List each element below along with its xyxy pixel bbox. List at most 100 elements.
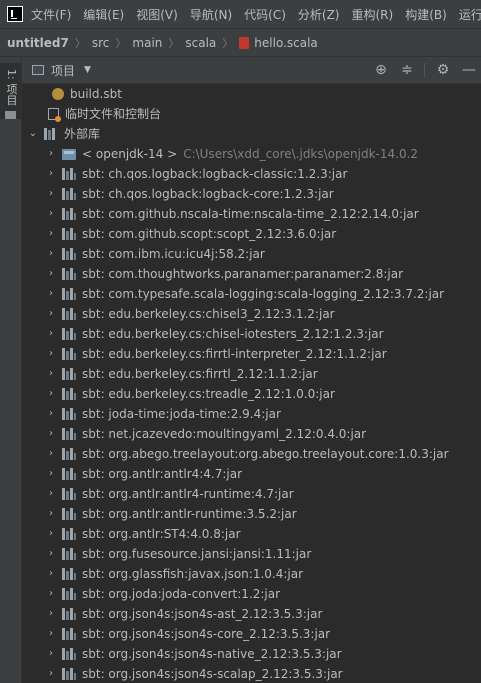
menu-build[interactable]: 构建(B): [405, 6, 447, 23]
tree-item-label: sbt: com.github.scopt:scopt_2.12:3.6.0:j…: [82, 227, 337, 241]
chevron-right-icon[interactable]: ›: [46, 184, 56, 204]
tree-item-library[interactable]: › sbt: net.jcazevedo:moultingyaml_2.12:0.…: [22, 424, 481, 444]
tree-item-scratches[interactable]: 临时文件和控制台: [22, 104, 481, 124]
tree-item-library[interactable]: › sbt: org.json4s:json4s-native_2.12:3.5.…: [22, 644, 481, 664]
tree-item-jdk[interactable]: › < openjdk-14 > C:\Users\xdd_core\.jdks…: [22, 144, 481, 164]
menu-edit[interactable]: 编辑(E): [83, 6, 124, 23]
chevron-right-icon[interactable]: ›: [46, 524, 56, 544]
tree-item-label: sbt: ch.qos.logback:logback-core:1.2.3:j…: [82, 187, 334, 201]
library-jar-icon: [62, 608, 76, 620]
sbt-file-icon: [52, 88, 64, 100]
tree-item-library[interactable]: › sbt: edu.berkeley.cs:firrtl_2.12:1.1.2:…: [22, 364, 481, 384]
project-panel-header: 项目 ▼ ⊕ ≑ ⚙ —: [22, 57, 481, 84]
tree-item-library[interactable]: › sbt: com.ibm.icu:icu4j:58.2:jar: [22, 244, 481, 264]
library-jar-icon: [62, 408, 76, 420]
chevron-right-icon[interactable]: ›: [46, 464, 56, 484]
chevron-right-icon[interactable]: ›: [46, 264, 56, 284]
tree-item-library[interactable]: › sbt: ch.qos.logback:logback-core:1.2.3:…: [22, 184, 481, 204]
chevron-right-icon[interactable]: ›: [46, 504, 56, 524]
tree-item-library[interactable]: › sbt: org.joda:joda-convert:1.2:jar: [22, 584, 481, 604]
project-tool-tab[interactable]: 1: 项目: [0, 63, 21, 119]
tree-item-label: 临时文件和控制台: [65, 107, 162, 121]
menu-file[interactable]: 文件(F): [31, 6, 71, 23]
collapse-all-icon[interactable]: ≑: [399, 62, 415, 78]
chevron-down-icon[interactable]: ▼: [84, 65, 91, 75]
chevron-down-icon[interactable]: ⌄: [28, 124, 38, 144]
menu-view[interactable]: 视图(V): [136, 6, 178, 23]
chevron-right-icon[interactable]: ›: [46, 244, 56, 264]
tree-item-library[interactable]: › sbt: edu.berkeley.cs:treadle_2.12:1.0.0…: [22, 384, 481, 404]
tree-item-library[interactable]: › sbt: org.glassfish:javax.json:1.0.4:jar: [22, 564, 481, 584]
chevron-right-icon[interactable]: ›: [46, 544, 56, 564]
chevron-right-icon[interactable]: ›: [46, 324, 56, 344]
chevron-right-icon[interactable]: ›: [46, 344, 56, 364]
tree-item-library[interactable]: › sbt: org.abego.treelayout:org.abego.tre…: [22, 444, 481, 464]
breadcrumb-scala[interactable]: scala: [185, 36, 216, 50]
project-view-selector[interactable]: 项目: [51, 62, 75, 79]
menu-navigate[interactable]: 导航(N): [190, 6, 232, 23]
chevron-right-icon[interactable]: ›: [46, 624, 56, 644]
chevron-right-icon[interactable]: ›: [46, 164, 56, 184]
menu-run[interactable]: 运行(U): [459, 6, 481, 23]
library-jar-icon: [62, 668, 76, 680]
chevron-right-icon[interactable]: ›: [46, 384, 56, 404]
tree-item-library[interactable]: › sbt: org.json4s:json4s-scalap_2.12:3.5.…: [22, 664, 481, 683]
breadcrumb-project[interactable]: untitled7: [7, 36, 69, 50]
tree-item-label: sbt: org.abego.treelayout:org.abego.tree…: [82, 447, 449, 461]
breadcrumb-file[interactable]: hello.scala: [254, 36, 318, 50]
chevron-right-icon[interactable]: ›: [46, 364, 56, 384]
chevron-right-icon[interactable]: ›: [46, 284, 56, 304]
library-jar-icon: [62, 368, 76, 380]
tree-item-library[interactable]: › sbt: edu.berkeley.cs:chisel-iotesters_2…: [22, 324, 481, 344]
tree-item-library[interactable]: › sbt: joda-time:joda-time:2.9.4:jar: [22, 404, 481, 424]
menu-refactor[interactable]: 重构(R): [352, 6, 394, 23]
breadcrumb-main[interactable]: main: [132, 36, 162, 50]
tree-item-library[interactable]: › sbt: org.json4s:json4s-ast_2.12:3.5.3:j…: [22, 604, 481, 624]
tree-item-library[interactable]: › sbt: edu.berkeley.cs:firrtl-interpreter…: [22, 344, 481, 364]
tree-item-library[interactable]: › sbt: org.antlr:ST4:4.0.8:jar: [22, 524, 481, 544]
tree-item-library[interactable]: › sbt: com.thoughtworks.paranamer:paranam…: [22, 264, 481, 284]
chevron-right-icon[interactable]: ›: [46, 224, 56, 244]
tree-item-library[interactable]: › sbt: org.antlr:antlr4-runtime:4.7:jar: [22, 484, 481, 504]
tree-item-label: sbt: ch.qos.logback:logback-classic:1.2.…: [82, 167, 348, 181]
chevron-right-icon[interactable]: ›: [46, 644, 56, 664]
chevron-right-icon[interactable]: ›: [46, 664, 56, 683]
chevron-right-icon[interactable]: ›: [46, 404, 56, 424]
tree-item-build-sbt[interactable]: build.sbt: [22, 84, 481, 104]
library-jar-icon: [62, 648, 76, 660]
tool-window-strip: 1: 项目: [0, 57, 22, 683]
tree-item-label: sbt: org.fusesource.jansi:jansi:1.11:jar: [82, 547, 312, 561]
tree-item-library[interactable]: › sbt: org.antlr:antlr-runtime:3.5.2:jar: [22, 504, 481, 524]
breadcrumb-src[interactable]: src: [92, 36, 110, 50]
tree-item-library[interactable]: › sbt: edu.berkeley.cs:chisel3_2.12:3.1.2…: [22, 304, 481, 324]
gear-icon[interactable]: ⚙: [435, 62, 451, 78]
jdk-name: < openjdk-14 >: [82, 147, 178, 161]
chevron-right-icon[interactable]: ›: [46, 564, 56, 584]
tree-item-library[interactable]: › sbt: com.github.nscala-time:nscala-time…: [22, 204, 481, 224]
tree-item-external-libraries[interactable]: ⌄ 外部库: [22, 124, 481, 144]
jdk-icon: [62, 148, 76, 160]
locate-icon[interactable]: ⊕: [373, 62, 389, 78]
scala-file-icon: [239, 36, 250, 49]
library-jar-icon: [62, 628, 76, 640]
chevron-right-icon[interactable]: ›: [46, 424, 56, 444]
chevron-right-icon[interactable]: ›: [46, 444, 56, 464]
tree-item-library[interactable]: › sbt: org.antlr:antlr4:4.7:jar: [22, 464, 481, 484]
tree-item-library[interactable]: › sbt: org.fusesource.jansi:jansi:1.11:ja…: [22, 544, 481, 564]
hide-icon[interactable]: —: [461, 62, 477, 78]
menu-analyze[interactable]: 分析(Z): [298, 6, 340, 23]
chevron-right-icon[interactable]: ›: [46, 304, 56, 324]
tree-item-library[interactable]: › sbt: ch.qos.logback:logback-classic:1.2…: [22, 164, 481, 184]
tree-item-library[interactable]: › sbt: org.json4s:json4s-core_2.12:3.5.3:…: [22, 624, 481, 644]
chevron-right-icon[interactable]: ›: [46, 204, 56, 224]
menu-code[interactable]: 代码(C): [244, 6, 286, 23]
chevron-right-icon[interactable]: ›: [46, 584, 56, 604]
chevron-right-icon[interactable]: ›: [46, 144, 56, 164]
tree-item-library[interactable]: › sbt: com.github.scopt:scopt_2.12:3.6.0:…: [22, 224, 481, 244]
chevron-right-icon[interactable]: ›: [46, 604, 56, 624]
tree-item-library[interactable]: › sbt: com.typesafe.scala-logging:scala-l…: [22, 284, 481, 304]
tree-item-label: sbt: edu.berkeley.cs:chisel-iotesters_2.…: [82, 327, 384, 341]
chevron-right-icon[interactable]: ›: [46, 484, 56, 504]
library-jar-icon: [62, 568, 76, 580]
library-jar-icon: [62, 208, 76, 220]
